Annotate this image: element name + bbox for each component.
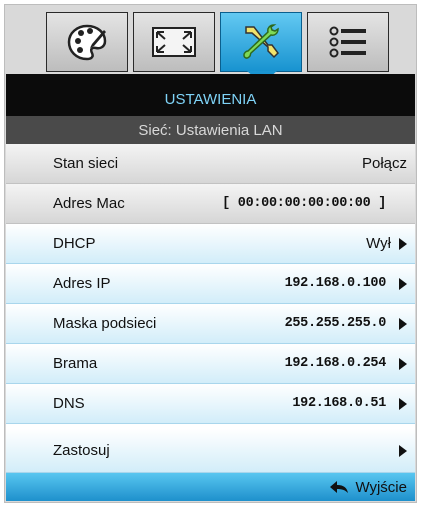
row-label: DNS bbox=[53, 395, 85, 412]
row-dns[interactable]: DNS 192.168.0.51 bbox=[6, 384, 415, 424]
palette-icon bbox=[67, 24, 107, 61]
row-label: Stan sieci bbox=[53, 155, 119, 172]
row-gateway[interactable]: Brama 192.168.0.254 bbox=[6, 344, 415, 384]
page-subtitle: Sieć: Ustawienia LAN bbox=[6, 116, 415, 144]
footer-bar: Wyjście bbox=[6, 473, 415, 501]
arrow-right-icon bbox=[399, 398, 407, 410]
arrow-right-icon bbox=[399, 318, 407, 330]
row-mac-address: Adres Mac [ 00:00:00:00:00:00 ] bbox=[6, 184, 415, 224]
tools-icon bbox=[243, 24, 279, 59]
row-network-status: Stan sieci Połącz bbox=[6, 144, 415, 184]
row-label: Maska podsieci bbox=[53, 315, 157, 332]
tab-settings[interactable] bbox=[220, 12, 302, 84]
settings-panel: USTAWIENIA Sieć: Ustawienia LAN Stan sie… bbox=[6, 74, 415, 501]
page-title: USTAWIENIA bbox=[6, 74, 415, 116]
row-ip-address[interactable]: Adres IP 192.168.0.100 bbox=[6, 264, 415, 304]
row-label: DHCP bbox=[53, 235, 96, 252]
row-value: Wył bbox=[366, 235, 391, 252]
row-value: 255.255.255.0 bbox=[284, 316, 387, 331]
arrow-right-icon bbox=[399, 445, 407, 457]
row-value: 192.168.0.51 bbox=[292, 396, 386, 411]
row-label: Adres IP bbox=[53, 275, 111, 292]
exit-button[interactable]: Wyjście bbox=[329, 473, 407, 501]
row-value: 192.168.0.100 bbox=[284, 276, 387, 291]
row-label: Brama bbox=[53, 355, 98, 372]
arrow-right-icon bbox=[399, 238, 407, 250]
row-label: Zastosuj bbox=[53, 442, 110, 459]
row-value: [ 00:00:00:00:00:00 ] bbox=[222, 196, 386, 211]
list-icon bbox=[329, 26, 366, 58]
tab-display[interactable] bbox=[133, 12, 215, 72]
arrow-right-icon bbox=[399, 278, 407, 290]
screen-expand-icon bbox=[152, 27, 196, 57]
tab-options[interactable] bbox=[307, 12, 389, 72]
menu-tabs bbox=[46, 12, 390, 84]
row-value: 192.168.0.254 bbox=[284, 356, 387, 371]
row-subnet-mask[interactable]: Maska podsieci 255.255.255.0 bbox=[6, 304, 415, 344]
exit-label: Wyjście bbox=[355, 478, 407, 496]
arrow-right-icon bbox=[399, 358, 407, 370]
row-dhcp[interactable]: DHCP Wył bbox=[6, 224, 415, 264]
row-value: Połącz bbox=[361, 155, 407, 172]
return-arrow-icon bbox=[330, 481, 349, 493]
row-apply[interactable]: Zastosuj bbox=[6, 429, 415, 473]
tab-image[interactable] bbox=[46, 12, 128, 72]
row-label: Adres Mac bbox=[53, 195, 125, 212]
